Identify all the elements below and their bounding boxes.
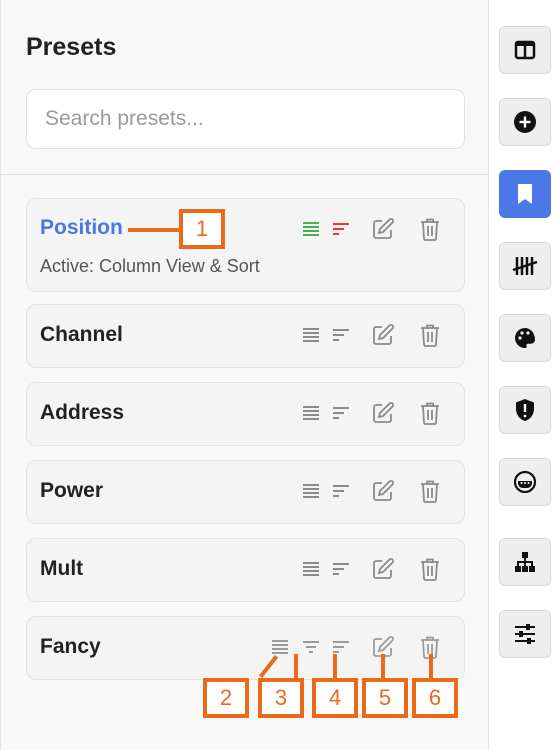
bookmark-icon xyxy=(518,184,532,204)
tally-icon xyxy=(512,257,538,275)
annotation-marker-6: 6 xyxy=(412,678,458,718)
preset-card-address[interactable]: Address xyxy=(26,382,465,446)
annotation-leader-4 xyxy=(333,654,337,680)
preset-active-subtitle: Active: Column View & Sort xyxy=(40,256,260,276)
preset-name[interactable]: Channel xyxy=(40,323,123,347)
sliders-icon xyxy=(515,624,535,644)
annotation-leader-1 xyxy=(128,228,180,232)
connector-icon xyxy=(513,470,537,494)
connector-button[interactable] xyxy=(499,458,551,506)
edit-icon[interactable] xyxy=(370,556,396,582)
delete-icon[interactable] xyxy=(417,478,443,504)
column-view-icon[interactable] xyxy=(298,478,324,504)
edit-icon[interactable] xyxy=(370,400,396,426)
edit-icon[interactable] xyxy=(370,322,396,348)
tally-button[interactable] xyxy=(499,242,551,290)
divider xyxy=(1,174,489,175)
preset-name[interactable]: Mult xyxy=(40,557,83,581)
preset-card-fancy[interactable]: Fancy xyxy=(26,616,465,680)
presets-panel: Presets Position Active: Column View & S… xyxy=(0,0,489,750)
columns-icon xyxy=(514,40,536,60)
settings-sliders-button[interactable] xyxy=(499,610,551,658)
add-button[interactable] xyxy=(499,98,551,146)
preset-name[interactable]: Power xyxy=(40,479,103,503)
annotation-marker-2: 2 xyxy=(203,678,249,718)
column-view-icon[interactable] xyxy=(298,556,324,582)
delete-icon[interactable] xyxy=(417,556,443,582)
column-view-icon[interactable] xyxy=(298,322,324,348)
annotation-marker-5: 5 xyxy=(362,678,408,718)
palette-icon xyxy=(515,328,535,348)
panel-title: Presets xyxy=(26,33,117,61)
hierarchy-button[interactable] xyxy=(499,538,551,586)
edit-icon[interactable] xyxy=(370,478,396,504)
sort-icon[interactable] xyxy=(328,556,354,582)
preset-name[interactable]: Position xyxy=(40,216,123,240)
sort-icon[interactable] xyxy=(328,322,354,348)
column-view-icon[interactable] xyxy=(298,216,324,242)
edit-icon[interactable] xyxy=(370,216,396,242)
right-sidebar xyxy=(489,0,560,750)
annotation-leader-3 xyxy=(294,654,298,680)
shield-alert-icon xyxy=(516,399,534,421)
delete-icon[interactable] xyxy=(417,400,443,426)
sort-icon[interactable] xyxy=(328,400,354,426)
delete-icon[interactable] xyxy=(417,216,443,242)
sort-icon[interactable] xyxy=(328,634,354,660)
sort-icon[interactable] xyxy=(328,478,354,504)
search-input[interactable] xyxy=(26,89,465,149)
sort-icon[interactable] xyxy=(328,216,354,242)
column-view-icon[interactable] xyxy=(267,634,293,660)
preset-name[interactable]: Address xyxy=(40,401,124,425)
annotation-marker-3: 3 xyxy=(258,678,304,718)
sort-descending-icon[interactable] xyxy=(298,634,324,660)
preset-card-position[interactable]: Position Active: Column View & Sort xyxy=(26,198,465,292)
annotation-leader-6 xyxy=(429,654,433,680)
presets-bookmark-button[interactable] xyxy=(499,170,551,218)
delete-icon[interactable] xyxy=(417,322,443,348)
add-circle-icon xyxy=(514,111,536,133)
annotation-marker-4: 4 xyxy=(312,678,358,718)
column-view-icon[interactable] xyxy=(298,400,324,426)
palette-button[interactable] xyxy=(499,314,551,362)
columns-button[interactable] xyxy=(499,26,551,74)
preset-card-power[interactable]: Power xyxy=(26,460,465,524)
annotation-leader-5 xyxy=(381,654,385,680)
preset-card-channel[interactable]: Channel xyxy=(26,304,465,368)
preset-card-mult[interactable]: Mult xyxy=(26,538,465,602)
security-button[interactable] xyxy=(499,386,551,434)
annotation-marker-1: 1 xyxy=(179,209,225,249)
preset-name[interactable]: Fancy xyxy=(40,635,101,659)
hierarchy-icon xyxy=(515,552,535,572)
